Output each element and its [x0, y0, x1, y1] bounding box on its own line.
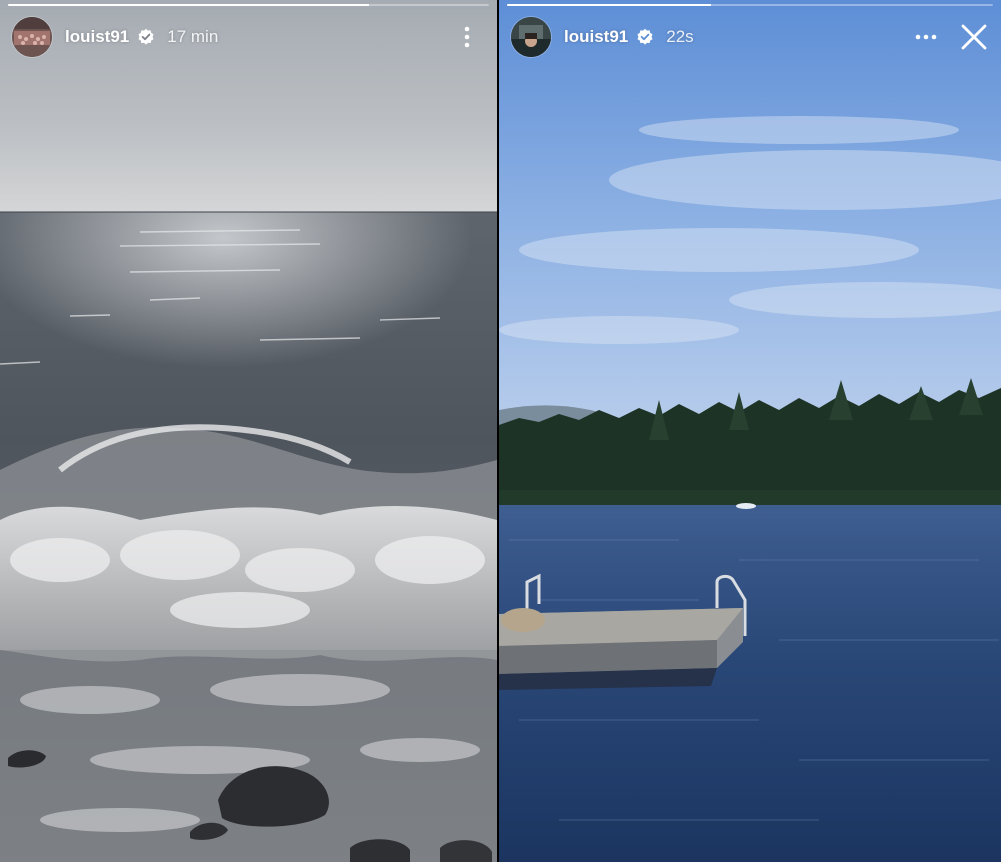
story-progress-fill [8, 4, 369, 6]
story-header: louist91 17 min [12, 16, 485, 58]
story-panel-right[interactable]: louist91 22s [499, 0, 1001, 862]
story-header: louist91 22s [511, 16, 989, 58]
close-icon[interactable] [959, 22, 989, 52]
avatar[interactable] [511, 17, 551, 57]
lake-dock-photo [499, 0, 1001, 862]
ocean-waves-photo [0, 0, 497, 862]
story-progress-bar [507, 4, 993, 6]
username[interactable]: louist91 [564, 27, 628, 47]
story-progress-bar [8, 4, 489, 6]
username[interactable]: louist91 [65, 27, 129, 47]
timestamp: 17 min [167, 27, 219, 46]
story-panel-left[interactable]: louist91 17 min [0, 0, 497, 862]
verified-badge-icon [137, 28, 155, 46]
more-horizontal-icon[interactable] [911, 22, 941, 52]
avatar[interactable] [12, 17, 52, 57]
timestamp: 22s [666, 27, 694, 46]
more-vertical-icon[interactable] [455, 22, 479, 52]
verified-badge-icon [636, 28, 654, 46]
avatar-image [12, 17, 52, 57]
story-progress-fill [507, 4, 712, 6]
avatar-image [511, 17, 551, 57]
